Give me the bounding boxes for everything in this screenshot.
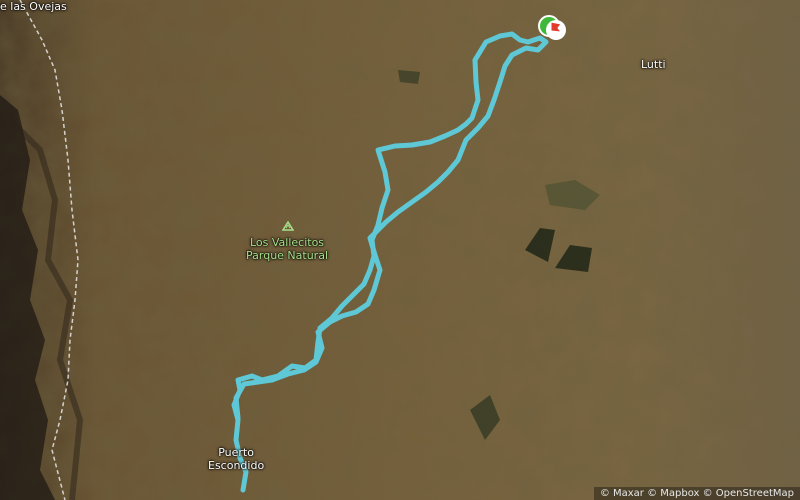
puerto-label-line1: Puerto xyxy=(218,446,254,459)
puerto-label-line2: Escondido xyxy=(208,459,265,472)
map-view[interactable]: e las Ovejas Lutti Los Vallecitos Parque… xyxy=(0,0,800,500)
place-label-lutti: Lutti xyxy=(641,58,666,71)
route-layer xyxy=(231,31,549,493)
park-label-line1: Los Vallecitos xyxy=(249,236,325,249)
park-label-line2: Parque Natural xyxy=(246,249,329,262)
park-label: Los Vallecitos Parque Natural xyxy=(246,236,328,262)
map-attribution[interactable]: © Maxar © Mapbox © OpenStreetMap xyxy=(593,487,800,500)
route-track[interactable] xyxy=(231,31,549,493)
place-label-top-left: e las Ovejas xyxy=(0,0,67,13)
finish-flag-icon[interactable] xyxy=(545,18,567,44)
place-label-puerto-escondido: Puerto Escondido xyxy=(208,446,264,472)
park-triangle-icon xyxy=(282,221,294,231)
